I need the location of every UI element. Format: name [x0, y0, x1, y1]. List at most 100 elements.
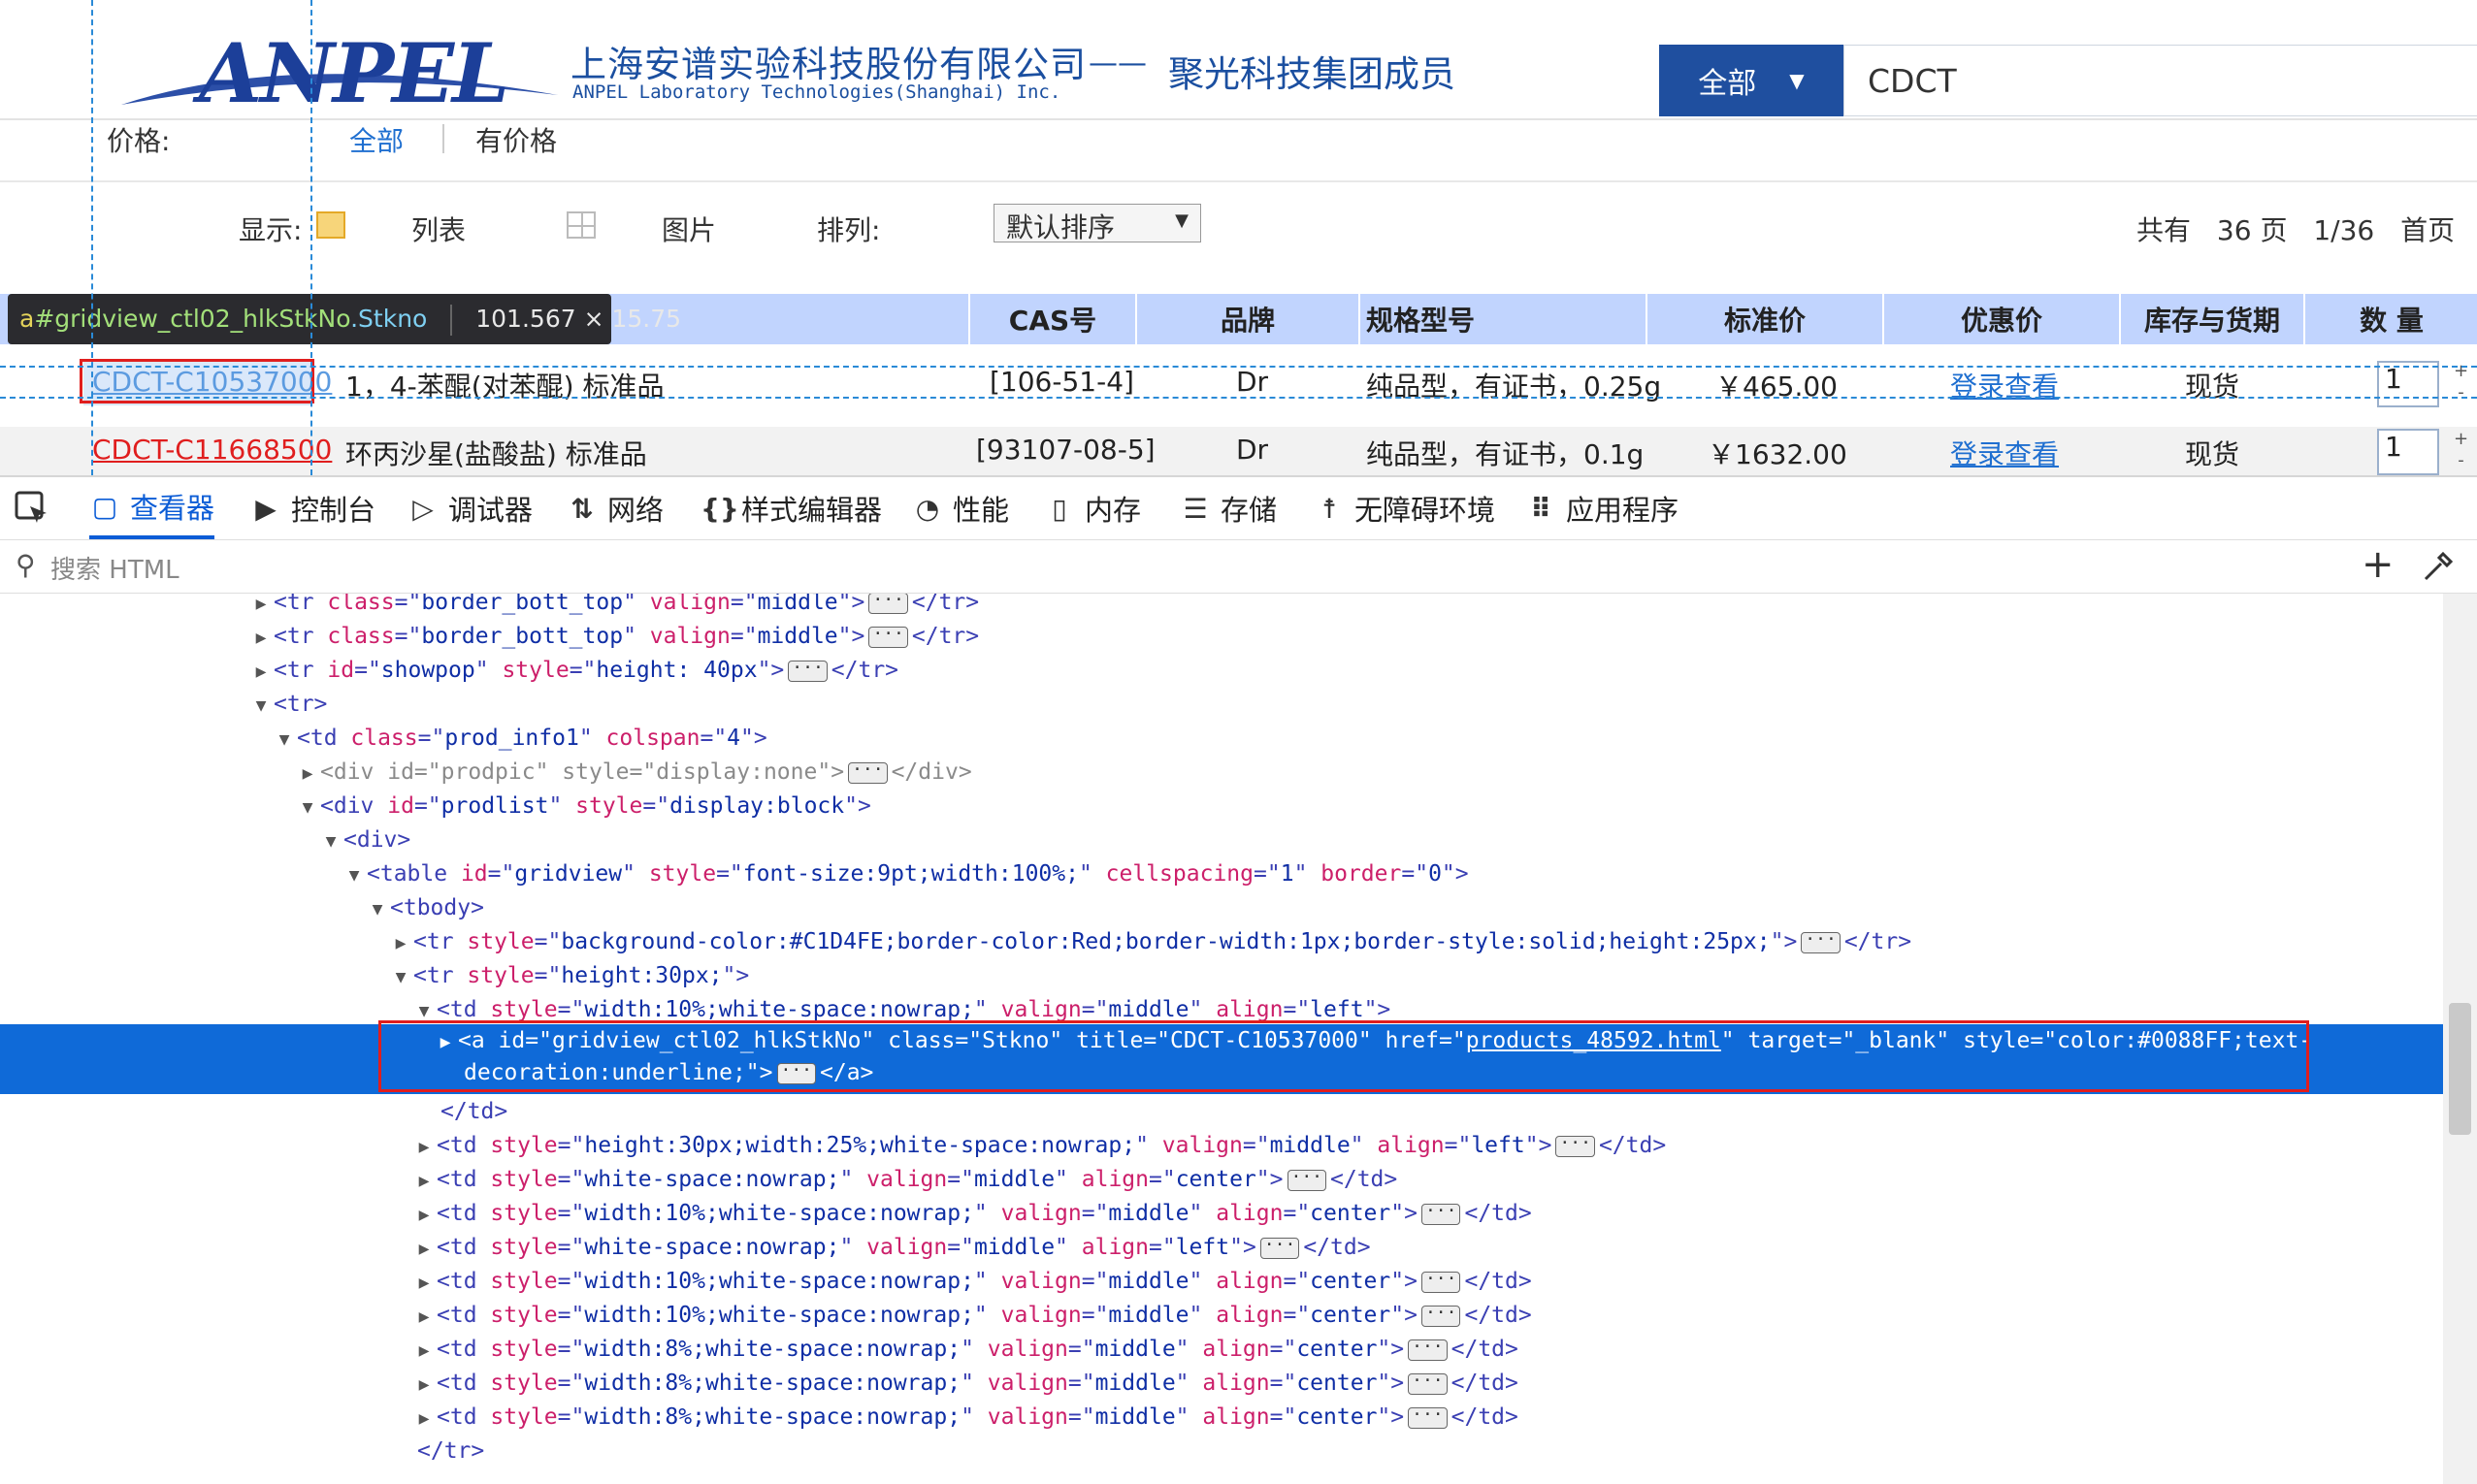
debugger-icon: ▷ — [412, 492, 434, 525]
html-node[interactable]: ▼ <tbody> — [365, 891, 484, 925]
attr-value: center — [1175, 1167, 1256, 1192]
th-cas: CAS号 — [970, 294, 1137, 344]
product-code-link[interactable]: CDCT-C11668500 — [92, 434, 332, 466]
pagination-first-link[interactable]: 首页 — [2400, 214, 2455, 246]
html-node[interactable]: ▶ <td style="width:8%;white-space:nowrap;… — [411, 1333, 1518, 1367]
html-node[interactable]: </tr> — [417, 1435, 484, 1468]
caret-down-icon: ▼ — [1789, 69, 1805, 92]
attr-value: middle — [1108, 1269, 1190, 1294]
tab-network[interactable]: ⇅ 网络 — [567, 477, 664, 539]
html-node[interactable]: ▼ <div> — [318, 823, 411, 857]
attr-value: border_bott_top — [421, 624, 624, 649]
tab-label: 内存 — [1085, 494, 1142, 527]
search-input[interactable]: CDCT — [1843, 45, 2477, 116]
member-dash: —— — [1089, 47, 1147, 81]
attr-value: left — [1310, 997, 1364, 1022]
html-node[interactable]: ▶ <td style="height:30px;width:25%;white-… — [411, 1129, 1667, 1163]
attr-value: gridview — [514, 861, 623, 887]
product-spec: 纯品型，有证书，0.1g — [1366, 438, 1645, 470]
pagination-page-count: 36 页 — [2216, 214, 2288, 246]
tab-inspector[interactable]: ▢ 查看器 — [89, 477, 215, 539]
tab-label: 查看器 — [130, 492, 215, 525]
category-label: 全部 — [1698, 67, 1757, 101]
html-node[interactable]: ▶ <td style="width:8%;white-space:nowrap;… — [411, 1367, 1518, 1401]
category-select-button[interactable]: 全部 ▼ — [1659, 45, 1843, 116]
price-filter-has-price[interactable]: 有价格 — [475, 120, 557, 159]
html-node[interactable]: ▼ <table id="gridview" style="font-size:9… — [342, 857, 1469, 891]
quantity-stepper[interactable]: + - — [2445, 361, 2477, 407]
price-filter-separator — [442, 124, 444, 153]
html-node[interactable]: ▶ <tr class="border_bott_top" valign="mid… — [248, 594, 979, 620]
html-node[interactable]: ▶ <tr style="background-color:#C1D4FE;bor… — [388, 925, 1911, 959]
attr-value: width:8%;white-space:nowrap; — [584, 1404, 961, 1430]
product-cas: [93107-08-5] — [976, 434, 1156, 466]
view-image-option[interactable]: 图片 — [662, 210, 716, 248]
price-filter-all[interactable]: 全部 — [349, 120, 404, 159]
html-node[interactable]: ▼ <td class="prod_info1" colspan="4"> — [272, 722, 767, 756]
add-node-icon[interactable]: + — [2362, 542, 2395, 587]
html-node[interactable]: ▶ <tr id="showpop" style="height: 40px"> ·… — [248, 654, 898, 688]
sort-select[interactable]: 默认排序 ▼ — [994, 204, 1201, 243]
html-node[interactable]: ▶ <div id="prodpic" style="display:none">… — [295, 756, 972, 790]
tab-memory[interactable]: ▯ 内存 — [1044, 477, 1141, 539]
list-view-icon[interactable] — [316, 211, 345, 239]
attr-value: middle — [1108, 997, 1190, 1022]
console-icon: ▶ — [255, 492, 277, 525]
tab-label: 样式编辑器 — [741, 494, 883, 527]
quantity-stepper[interactable]: + - — [2445, 429, 2477, 475]
product-name: 1，4-苯醌(对苯醌) 标准品 — [345, 371, 665, 403]
product-price: ￥1632.00 — [1708, 438, 1847, 470]
inspector-icon: ▢ — [91, 490, 118, 523]
html-node[interactable]: ▶ <td style="white-space:nowrap;" valign=… — [411, 1163, 1398, 1197]
tooltip-separator — [450, 305, 453, 336]
attr-value: center — [1310, 1201, 1391, 1226]
quantity-input[interactable]: 1 — [2377, 361, 2439, 407]
th-price: 标准价 — [1647, 294, 1884, 344]
discount-login-link[interactable]: 登录查看 — [1950, 434, 2059, 472]
html-node[interactable]: ▼ <tr> — [248, 688, 328, 722]
html-node[interactable]: ▶ <td style="width:10%;white-space:nowrap… — [411, 1265, 1532, 1299]
tab-console[interactable]: ▶ 控制台 — [250, 477, 375, 539]
attr-value: showpop — [380, 658, 475, 683]
html-node[interactable]: ▶ <td style="width:10%;white-space:nowrap… — [411, 1197, 1532, 1231]
scrollbar-thumb[interactable] — [2449, 1003, 2471, 1135]
html-node[interactable]: </td> — [440, 1095, 507, 1129]
attr-value: 4 — [727, 726, 741, 751]
grid-view-icon[interactable] — [567, 211, 596, 239]
display-label: 显示: — [239, 214, 303, 246]
attr-value: width:8%;white-space:nowrap; — [584, 1371, 961, 1396]
quantity-input[interactable]: 1 — [2377, 429, 2439, 475]
attr-value: white-space:nowrap; — [584, 1235, 840, 1260]
logo[interactable]: ANPEL — [116, 19, 563, 121]
tab-label: 网络 — [607, 494, 665, 527]
html-node[interactable]: ▼ <div id="prodlist" style="display:block… — [295, 790, 871, 823]
html-node[interactable]: ▼ <tr style="height:30px;"> — [388, 959, 750, 993]
filter-divider — [0, 180, 2477, 182]
caret-down-icon: ▼ — [1175, 210, 1189, 231]
html-node[interactable]: ▶ <td style="white-space:nowrap;" valign=… — [411, 1231, 1371, 1265]
tooltip-id: #gridview_ctl02_hlkStkNo — [34, 305, 351, 333]
product-stock: 现货 — [2185, 371, 2240, 403]
tab-style-editor[interactable]: {} 样式编辑器 — [701, 477, 882, 539]
eyedropper-icon[interactable] — [2422, 550, 2455, 583]
product-price: ￥465.00 — [1715, 371, 1838, 403]
html-node[interactable]: ▶ <td style="width:10%;white-space:nowrap… — [411, 1299, 1532, 1333]
html-tree-scrollbar[interactable] — [2443, 594, 2477, 1484]
html-search-bar: ⚲ 搜索 HTML + — [0, 539, 2477, 594]
discount-login-link[interactable]: 登录查看 — [1950, 366, 2059, 404]
accessibility-icon: ☨ — [1321, 492, 1337, 525]
element-picker-button[interactable] — [14, 477, 50, 539]
tab-label: 控制台 — [291, 494, 376, 527]
html-node[interactable]: ▶ <td style="width:8%;white-space:nowrap;… — [411, 1401, 1518, 1435]
tab-application[interactable]: ⠿ 应用程序 — [1525, 477, 1678, 539]
html-node[interactable]: ▶ <tr class="border_bott_top" valign="mid… — [248, 620, 980, 654]
tab-debugger[interactable]: ▷ 调试器 — [407, 477, 533, 539]
view-list-option[interactable]: 列表 — [411, 210, 466, 248]
product-cas: [106-51-4] — [990, 366, 1134, 398]
tab-performance[interactable]: ◔ 性能 — [912, 477, 1009, 539]
product-name: 环丙沙星(盐酸盐) 标准品 — [345, 438, 647, 470]
tab-accessibility[interactable]: ☨ 无障碍环境 — [1314, 477, 1495, 539]
th-quantity: 数 量 — [2305, 294, 2477, 344]
tab-storage[interactable]: ☰ 存储 — [1180, 477, 1277, 539]
html-search-input[interactable]: 搜索 HTML — [50, 550, 179, 586]
